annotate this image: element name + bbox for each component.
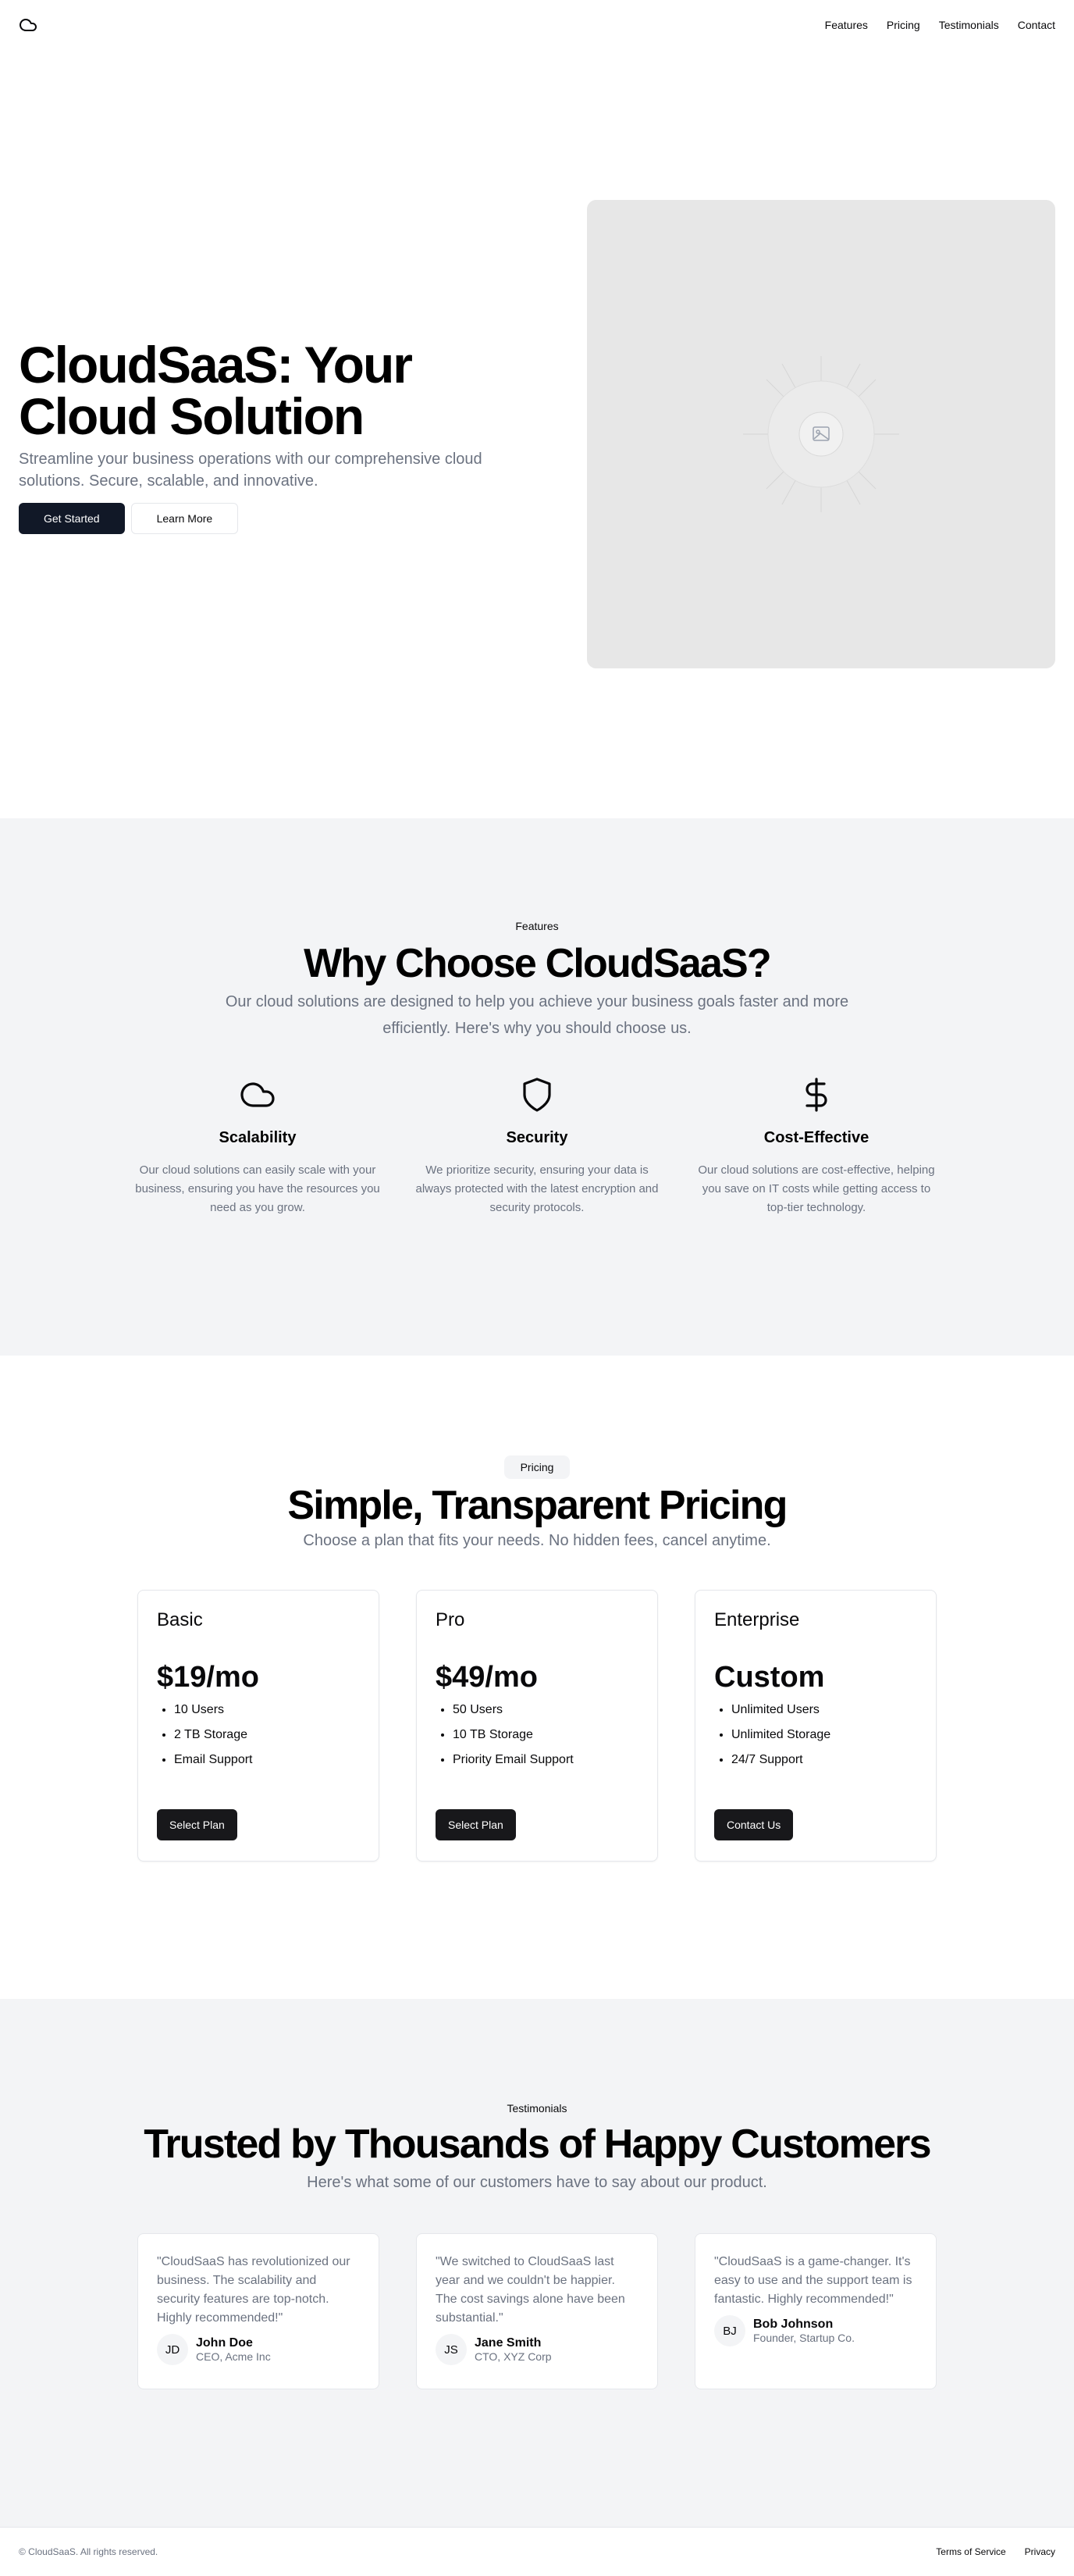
feature-description: We prioritize security, ensuring your da…	[415, 1163, 659, 1214]
plan-features: 50 Users 10 TB Storage Priority Email Su…	[436, 1698, 638, 1773]
testimonial-card: "We switched to CloudSaaS last year and …	[416, 2233, 658, 2389]
features-label: Features	[515, 920, 559, 932]
plan-features: Unlimited Users Unlimited Storage 24/7 S…	[714, 1698, 917, 1773]
features-section: Features Why Choose CloudSaaS? Our cloud…	[0, 818, 1074, 1356]
plan-price: $49/mo	[436, 1661, 538, 1694]
plan-price: Custom	[714, 1661, 825, 1694]
hero-subtitle: Streamline your business operations with…	[19, 451, 482, 490]
copyright-text: © CloudSaaS. All rights reserved.	[19, 2546, 158, 2557]
plan-card-basic: Basic $19/mo 10 Users 2 TB Storage Email…	[137, 1590, 379, 1862]
testimonial-author: JD John Doe CEO, Acme Inc	[157, 2334, 360, 2365]
author-name: Jane Smith	[475, 2336, 542, 2350]
feature-title: Security	[506, 1129, 568, 1146]
plan-price: $19/mo	[157, 1661, 259, 1694]
feature-description: Our cloud solutions are cost-effective, …	[698, 1163, 935, 1214]
nav-link-testimonials[interactable]: Testimonials	[939, 19, 999, 31]
get-started-button[interactable]: Get Started	[19, 503, 125, 534]
feature-security: Security We prioritize security, ensurin…	[412, 1076, 662, 1217]
testimonial-card: "CloudSaaS is a game-changer. It's easy …	[695, 2233, 937, 2389]
pricing-title: Simple, Transparent Pricing	[287, 1483, 788, 1528]
feature-description: Our cloud solutions can easily scale wit…	[135, 1163, 380, 1214]
pricing-subtitle: Choose a plan that fits your needs. No h…	[303, 1532, 771, 1549]
author-role: CEO, Acme Inc	[196, 2350, 271, 2363]
testimonial-card: "CloudSaaS has revolutionized our busine…	[137, 2233, 379, 2389]
plan-feature: 50 Users	[453, 1698, 638, 1723]
avatar: JD	[157, 2334, 188, 2365]
nav-link-pricing[interactable]: Pricing	[887, 19, 920, 31]
plan-name: Enterprise	[714, 1609, 800, 1630]
feature-cost-effective: Cost-Effective Our cloud solutions are c…	[692, 1076, 941, 1217]
hero-buttons: Get Started Learn More	[19, 503, 534, 534]
plan-card-enterprise: Enterprise Custom Unlimited Users Unlimi…	[695, 1590, 937, 1862]
hero-image-placeholder	[587, 200, 1055, 668]
feature-title: Cost-Effective	[763, 1129, 870, 1146]
site-header: Features Pricing Testimonials Contact	[0, 0, 1074, 50]
avatar: BJ	[714, 2315, 745, 2346]
plan-feature: Unlimited Users	[731, 1698, 917, 1723]
testimonials-label: Testimonials	[507, 2102, 567, 2115]
plan-feature: Unlimited Storage	[731, 1723, 917, 1748]
author-name: John Doe	[196, 2336, 253, 2350]
site-footer: © CloudSaaS. All rights reserved. Terms …	[0, 2527, 1074, 2576]
testimonials-section: Testimonials Trusted by Thousands of Hap…	[0, 1999, 1074, 2527]
pricing-section: Pricing Simple, Transparent Pricing Choo…	[0, 1356, 1074, 1999]
dollar-icon	[806, 1078, 827, 1112]
plan-feature: Priority Email Support	[453, 1748, 638, 1773]
author-name: Bob Johnson	[753, 2318, 834, 2331]
testimonial-quote: "We switched to CloudSaaS last year and …	[436, 2255, 625, 2325]
footer-links: Terms of Service Privacy	[936, 2546, 1055, 2557]
select-plan-basic-button[interactable]: Select Plan	[157, 1809, 237, 1840]
plan-feature: Email Support	[174, 1748, 360, 1773]
testimonials-title: Trusted by Thousands of Happy Customers	[144, 2122, 931, 2167]
nav-link-contact[interactable]: Contact	[1018, 19, 1055, 31]
plan-feature: 24/7 Support	[731, 1748, 917, 1773]
hero-section: CloudSaaS: Your Cloud Solution Streamlin…	[0, 50, 1074, 818]
nav-link-features[interactable]: Features	[825, 19, 868, 31]
contact-us-button[interactable]: Contact Us	[714, 1809, 794, 1840]
hero-title: CloudSaaS: Your Cloud Solution	[19, 336, 413, 445]
features-title: Why Choose CloudSaaS?	[304, 941, 772, 986]
plan-name: Basic	[157, 1609, 203, 1630]
pricing-label: Pricing	[504, 1455, 570, 1479]
features-subtitle: Our cloud solutions are designed to help…	[225, 993, 849, 1037]
author-role: Founder, Startup Co.	[753, 2332, 855, 2344]
avatar: JS	[436, 2334, 467, 2365]
cloud-icon	[240, 1082, 275, 1107]
main-nav: Features Pricing Testimonials Contact	[825, 19, 1055, 31]
testimonial-author: JS Jane Smith CTO, XYZ Corp	[436, 2334, 638, 2365]
cloud-logo-icon[interactable]	[19, 16, 37, 34]
testimonial-quote: "CloudSaaS has revolutionized our busine…	[157, 2255, 350, 2325]
plan-name: Pro	[436, 1609, 465, 1630]
testimonial-author: BJ Bob Johnson Founder, Startup Co.	[714, 2315, 917, 2346]
plan-feature: 2 TB Storage	[174, 1723, 360, 1748]
feature-title: Scalability	[219, 1129, 297, 1146]
plan-features: 10 Users 2 TB Storage Email Support	[157, 1698, 360, 1773]
plan-feature: 10 TB Storage	[453, 1723, 638, 1748]
learn-more-button[interactable]: Learn More	[130, 503, 239, 534]
image-placeholder-icon	[743, 356, 899, 512]
testimonial-quote: "CloudSaaS is a game-changer. It's easy …	[714, 2255, 912, 2306]
feature-scalability: Scalability Our cloud solutions can easi…	[133, 1076, 382, 1217]
testimonials-subtitle: Here's what some of our customers have t…	[307, 2174, 767, 2191]
select-plan-pro-button[interactable]: Select Plan	[436, 1809, 516, 1840]
hero-text: CloudSaaS: Your Cloud Solution Streamlin…	[19, 339, 534, 534]
privacy-link[interactable]: Privacy	[1025, 2546, 1055, 2557]
author-role: CTO, XYZ Corp	[475, 2350, 552, 2363]
shield-icon	[523, 1078, 551, 1112]
plan-feature: 10 Users	[174, 1698, 360, 1723]
plan-card-pro: Pro $49/mo 50 Users 10 TB Storage Priori…	[416, 1590, 658, 1862]
terms-of-service-link[interactable]: Terms of Service	[936, 2546, 1005, 2557]
